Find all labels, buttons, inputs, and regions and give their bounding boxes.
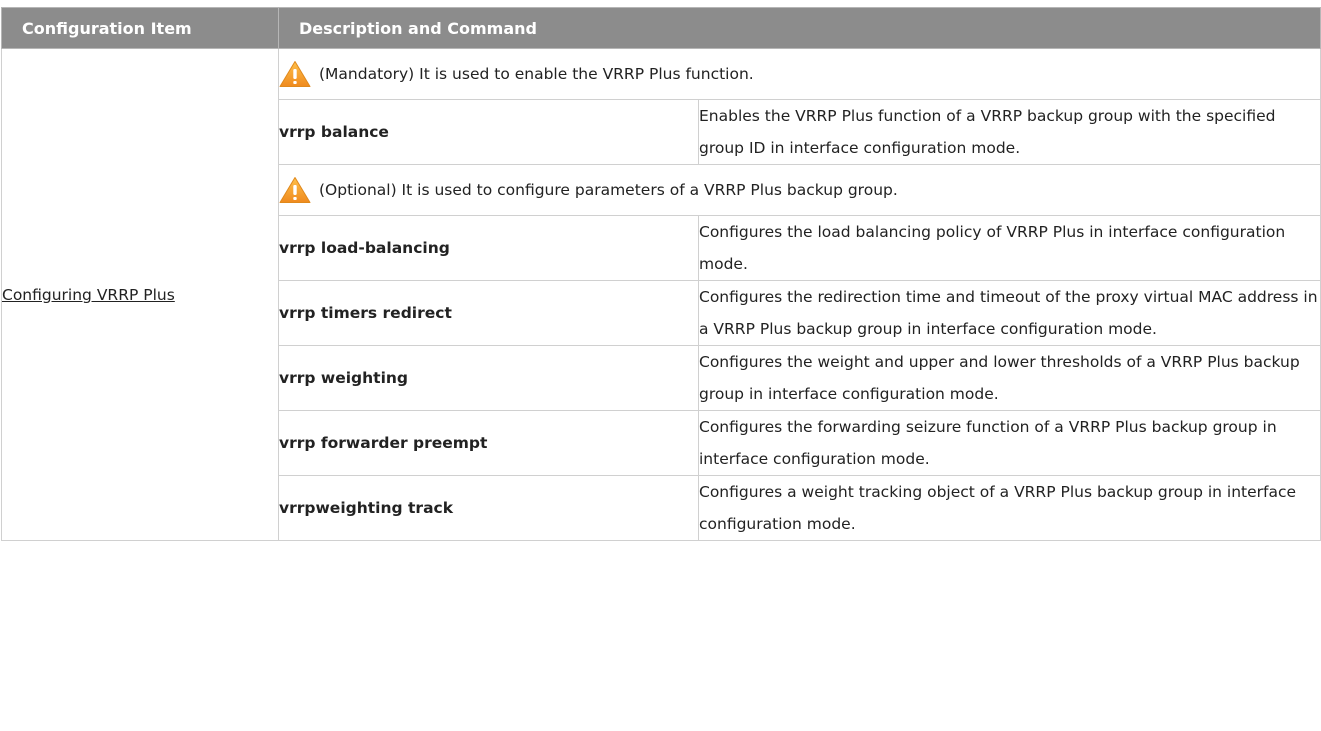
description-cell: Configures the load balancing policy of … — [697, 215, 1321, 281]
warning-icon — [279, 60, 311, 88]
description-cell: Configures the forwarding seizure functi… — [697, 410, 1321, 476]
warning-icon — [279, 176, 311, 204]
optional-note-cell: (Optional) It is used to configure param… — [277, 164, 1321, 216]
command-cell: vrrp forwarder preempt — [278, 410, 699, 476]
command-cell: vrrp weighting — [278, 345, 699, 411]
configuration-item-cell: Configuring VRRP Plus — [1, 48, 279, 541]
description-cell: Configures the redirection time and time… — [697, 280, 1321, 346]
command-cell: vrrp balance — [278, 99, 699, 165]
command-cell: vrrpweighting track — [278, 475, 699, 541]
description-cell: Configures the weight and upper and lowe… — [697, 345, 1321, 411]
mandatory-note-text: (Mandatory) It is used to enable the VRR… — [319, 65, 754, 83]
header-row: Configuration Item Description and Comma… — [1, 7, 1321, 49]
config-table: Configuration Item Description and Comma… — [1, 7, 1321, 541]
header-configuration-item: Configuration Item — [1, 7, 279, 49]
header-description-and-command: Description and Command — [277, 7, 1321, 49]
note-row-mandatory: Configuring VRRP Plus (Mandatory) It is … — [1, 48, 1321, 541]
description-cell: Configures a weight tracking object of a… — [697, 475, 1321, 541]
command-cell: vrrp load-balancing — [278, 215, 699, 281]
description-cell: Enables the VRRP Plus function of a VRRP… — [697, 99, 1321, 165]
optional-note-text: (Optional) It is used to configure param… — [319, 181, 898, 199]
command-cell: vrrp timers redirect — [278, 280, 699, 346]
configuring-vrrp-plus-link[interactable]: Configuring VRRP Plus — [2, 286, 175, 304]
mandatory-note-cell: (Mandatory) It is used to enable the VRR… — [277, 48, 1321, 100]
